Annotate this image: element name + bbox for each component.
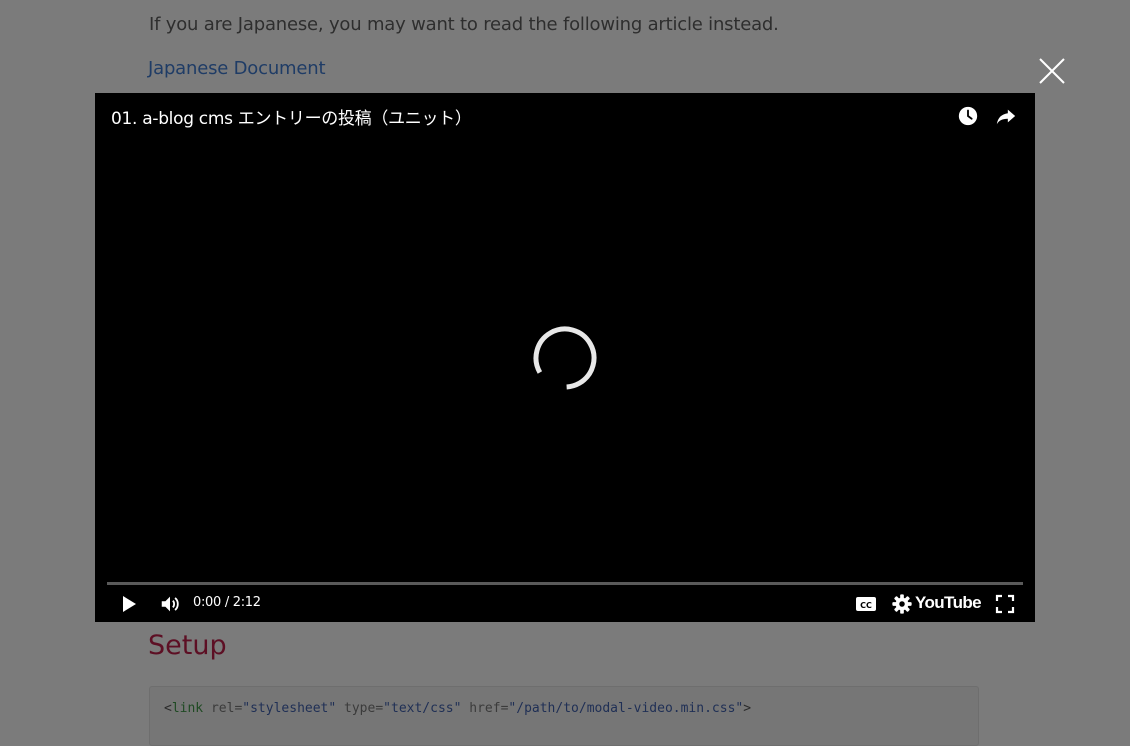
modal-close-button[interactable] [1037,56,1067,86]
time-display: 0:00 / 2:12 [193,595,261,610]
video-title[interactable]: 01. a-blog cms エントリーの投稿（ユニット） [111,104,472,129]
play-icon[interactable] [119,594,139,614]
gear-icon[interactable] [891,593,913,615]
video-player[interactable]: 01. a-blog cms エントリーの投稿（ユニット） 0:00 / 2:1… [95,93,1035,622]
youtube-logo[interactable]: YouTube [915,593,982,613]
progress-bar[interactable] [107,582,1023,585]
close-icon [1039,58,1065,84]
loading-spinner-icon [533,326,597,390]
player-top-actions [957,105,1017,127]
code-open: < [164,701,172,716]
code-attr-rel: rel= [203,701,243,716]
setup-heading: Setup [148,630,227,661]
code-val-type: "text/css" [383,701,462,716]
code-val-rel: "stylesheet" [242,701,337,716]
japanese-document-link[interactable]: Japanese Document [148,58,326,79]
code-tag: link [171,701,204,716]
volume-icon[interactable] [159,593,181,615]
control-bar: 0:00 / 2:12 CC YouTube [95,588,1035,620]
code-attr-href: href= [461,701,509,716]
fullscreen-icon[interactable] [995,594,1015,614]
captions-icon[interactable]: CC [855,594,877,614]
code-val-href: "/path/to/modal-video.min.css" [508,701,744,716]
code-close: > [743,701,752,716]
code-attr-type: type= [336,701,384,716]
clock-icon[interactable] [957,105,979,127]
code-block: <link rel="stylesheet" type="text/css" h… [149,686,979,746]
share-icon[interactable] [995,105,1017,127]
svg-text:CC: CC [860,601,872,610]
intro-text: If you are Japanese, you may want to rea… [149,14,779,35]
